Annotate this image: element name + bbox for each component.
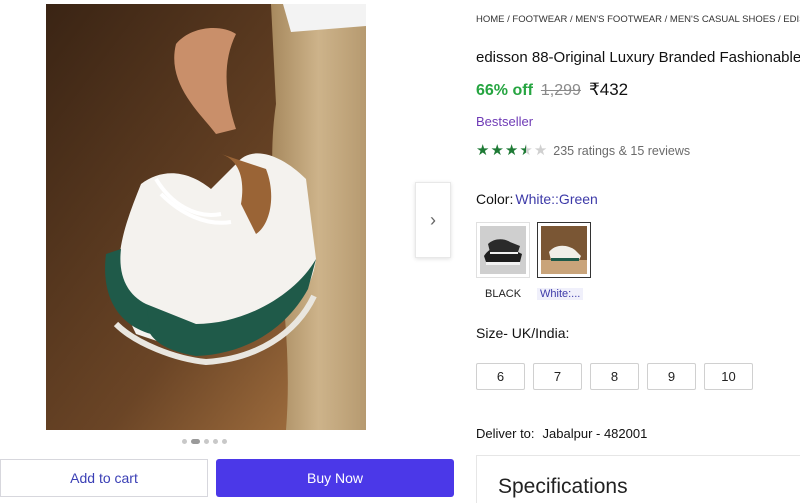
empty-star-icon: ★ xyxy=(533,142,548,159)
star-icon: ★ xyxy=(476,142,490,159)
breadcrumb[interactable]: HOME / FOOTWEAR / MEN'S FOOTWEAR / MEN'S… xyxy=(476,14,800,25)
bestseller-badge: Bestseller xyxy=(476,114,534,129)
pagination-dot[interactable] xyxy=(222,439,227,444)
swatch-label-black: BLACK xyxy=(485,288,522,300)
black-shoe-thumbnail xyxy=(480,226,526,274)
swatch-label-white-green: White:... xyxy=(537,288,584,300)
white-green-shoe-thumbnail xyxy=(541,226,587,274)
size-label: Size- UK/India: xyxy=(476,325,570,341)
pagination-dot[interactable] xyxy=(213,439,218,444)
specifications-heading[interactable]: Specifications xyxy=(498,475,628,499)
original-price: 1,299 xyxy=(540,82,581,99)
discount-percent: 66% off xyxy=(476,82,533,99)
product-title: edisson 88-Original Luxury Branded Fashi… xyxy=(476,49,800,66)
size-option-6[interactable]: 6 xyxy=(476,363,525,390)
half-star-icon: ★ xyxy=(519,142,533,159)
pagination-dot[interactable] xyxy=(204,439,209,444)
chevron-right-icon: › xyxy=(430,209,436,230)
color-label: Color: White::Green xyxy=(476,191,598,207)
color-swatch-black[interactable] xyxy=(476,222,530,278)
size-option-9[interactable]: 9 xyxy=(647,363,696,390)
size-option-7[interactable]: 7 xyxy=(533,363,582,390)
buy-now-button[interactable]: Buy Now xyxy=(216,459,454,497)
next-image-button[interactable]: › xyxy=(415,182,451,258)
star-icon: ★ xyxy=(490,142,504,159)
delivery-pincode[interactable]: Jabalpur - 482001 xyxy=(543,426,648,441)
star-icon: ★ xyxy=(504,142,519,159)
selling-price: ₹432 xyxy=(588,80,629,99)
add-to-cart-button[interactable]: Add to cart xyxy=(0,459,208,497)
size-options: 6 7 8 9 10 xyxy=(476,363,753,390)
selected-color: White::Green xyxy=(515,191,598,207)
rating-count[interactable]: 235 ratings & 15 reviews xyxy=(553,144,690,158)
action-bar: Add to cart Buy Now xyxy=(0,457,460,503)
image-pagination xyxy=(182,439,227,444)
size-option-8[interactable]: 8 xyxy=(590,363,639,390)
star-rating: ★ ★ ★ ★ ★ xyxy=(476,143,547,158)
color-label-text: Color: xyxy=(476,191,514,207)
delivery-label: Deliver to: xyxy=(476,426,535,441)
rating-row[interactable]: ★ ★ ★ ★ ★ 235 ratings & 15 reviews xyxy=(476,143,690,158)
pagination-dot[interactable] xyxy=(182,439,187,444)
pagination-dot-active[interactable] xyxy=(191,439,200,444)
color-swatch-white-green[interactable] xyxy=(537,222,591,278)
product-image[interactable] xyxy=(46,4,366,430)
delivery-location[interactable]: Deliver to: Jabalpur - 482001 xyxy=(476,426,647,441)
size-option-10[interactable]: 10 xyxy=(704,363,753,390)
price-row: 66% off 1,299 ₹432 xyxy=(476,80,628,100)
